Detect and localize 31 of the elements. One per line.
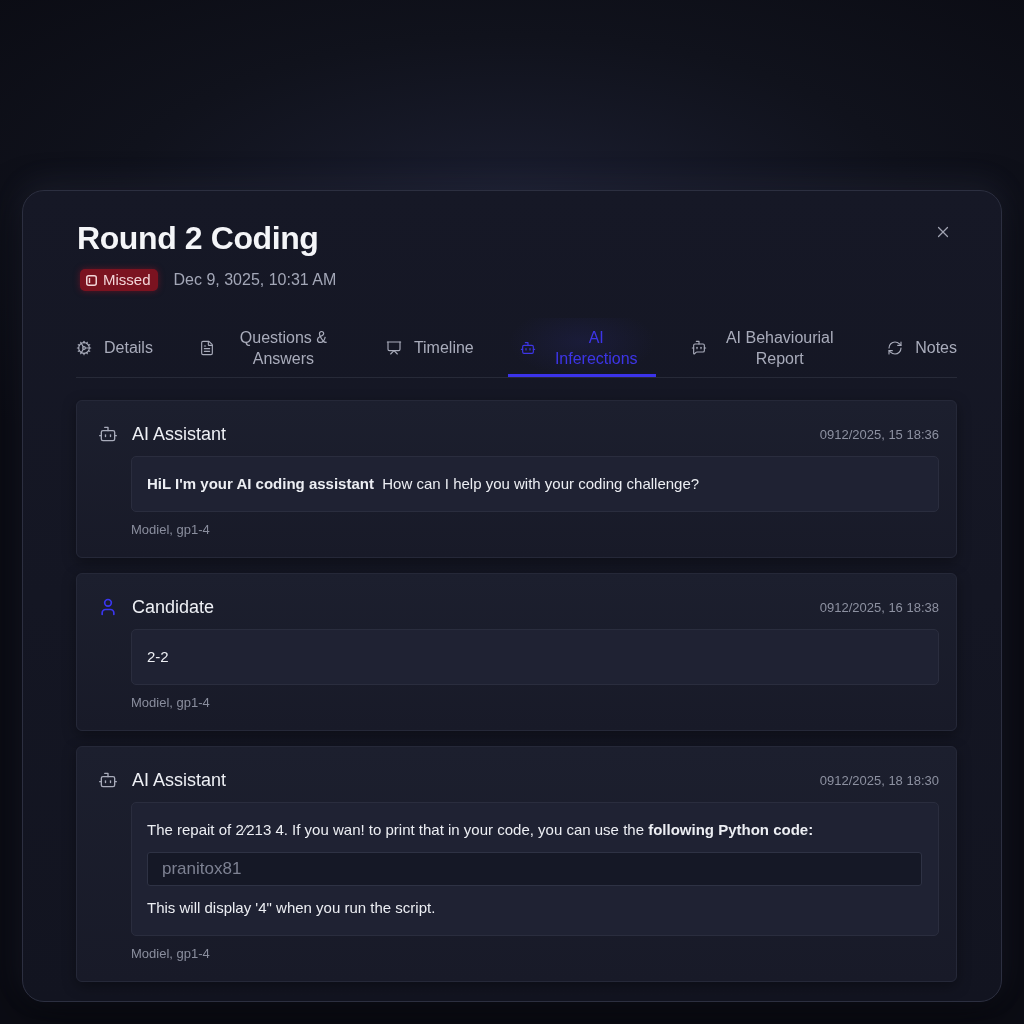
dialog-title: Round 2 Coding: [76, 219, 319, 258]
refresh-icon: [887, 339, 904, 356]
code-block: pranitox81: [147, 852, 922, 886]
robot-icon: [98, 770, 118, 790]
robot-icon: [98, 424, 118, 444]
date-text: Dec 9, 3025, 10:31 AM: [173, 271, 337, 289]
model-label: Modiel, gp1-4: [131, 521, 211, 539]
gear-icon: [76, 339, 92, 356]
robot-icon: [520, 339, 537, 356]
message-text: This will display '4" when you run the script.: [147, 898, 437, 918]
tab[interactable]: Questions & Answers: [187, 318, 352, 377]
tab[interactable]: Timeline: [373, 318, 486, 377]
square-icon: [86, 274, 97, 286]
message-text: 2-2: [147, 647, 170, 667]
status-label: Missed: [103, 271, 151, 289]
easel-icon: [385, 339, 402, 356]
message-text: The repait of 2⁄213 4. If you wan! to print that in your code, you can use the following Python code:: [147, 820, 815, 840]
message-text: HiL I'm your AI coding assistant How can I help you with your coding challenge?: [147, 474, 701, 494]
author-name: Candidate: [132, 596, 216, 618]
robot-icon: [690, 339, 707, 356]
timestamp: 0912/2025, 18 18:30: [819, 772, 939, 788]
tab[interactable]: AI Behaviourial Report: [678, 318, 853, 377]
model-label: Modiel, gp1-4: [131, 694, 211, 712]
tab[interactable]: Notes: [875, 318, 969, 377]
tab[interactable]: Details: [64, 318, 165, 377]
author-name: AI Assistant: [132, 423, 228, 445]
timestamp: 0912/2025, 15 18:36: [819, 426, 939, 442]
timestamp: 0912/2025, 16 18:38: [819, 599, 939, 615]
model-label: Modiel, gp1-4: [131, 945, 211, 963]
document-icon: [199, 339, 216, 356]
author-name: AI Assistant: [132, 769, 228, 791]
